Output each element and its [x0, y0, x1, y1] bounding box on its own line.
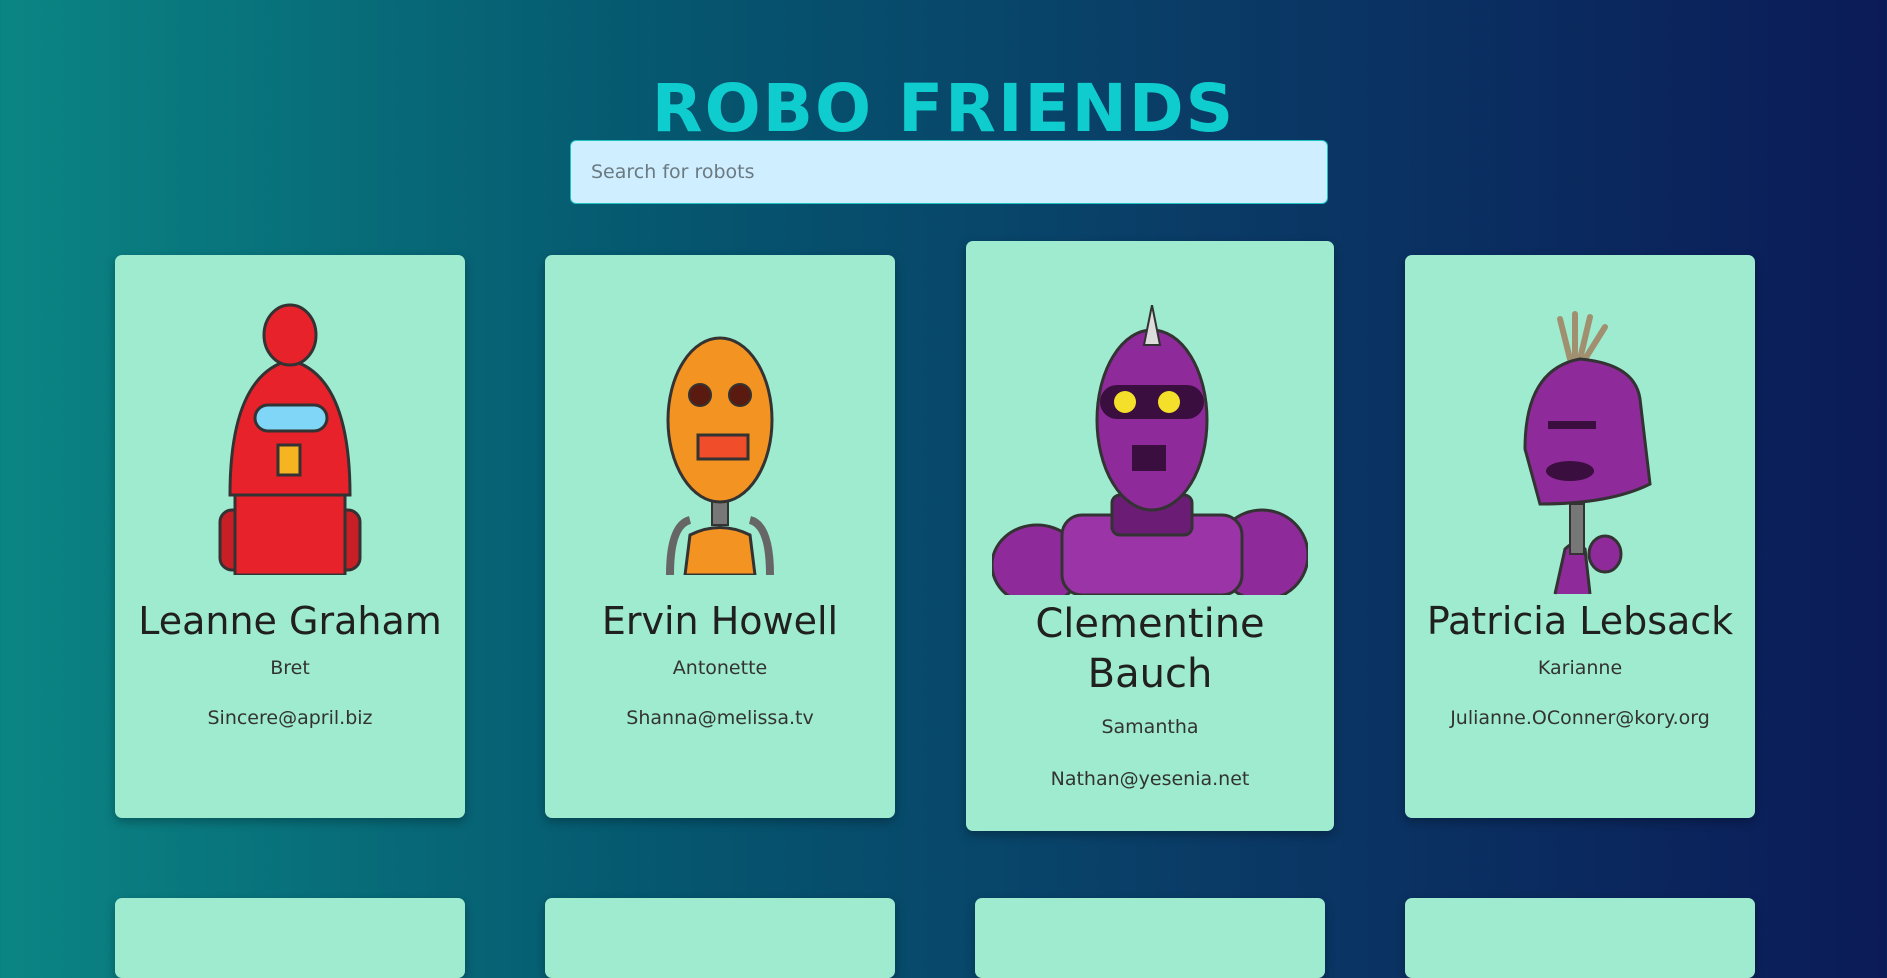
robot-card[interactable]: [115, 898, 465, 978]
robot-avatar-image: [1523, 311, 1652, 595]
robot-card[interactable]: Leanne Graham Bret Sincere@april.biz: [115, 255, 465, 818]
robot-username: Karianne: [1537, 657, 1623, 679]
robot-username: Samantha: [1101, 716, 1199, 738]
robot-card[interactable]: Clementine Bauch Samantha Nathan@yesenia…: [966, 241, 1334, 831]
robot-card[interactable]: Patricia Lebsack Karianne Julianne.OConn…: [1405, 255, 1755, 818]
robot-avatar-image: [992, 305, 1308, 595]
robot-card[interactable]: [1405, 898, 1755, 978]
robot-avatar-image: [218, 303, 362, 575]
robot-name: Ervin Howell: [601, 599, 839, 643]
robot-email: Sincere@april.biz: [207, 707, 373, 729]
page-title: ROBO FRIENDS: [651, 70, 1236, 148]
robot-name: Clementine Bauch: [1035, 601, 1265, 697]
robot-username: Antonette: [672, 657, 768, 679]
robot-card[interactable]: [545, 898, 895, 978]
robot-username: Bret: [270, 657, 310, 679]
robot-card[interactable]: Ervin Howell Antonette Shanna@melissa.tv: [545, 255, 895, 818]
robot-name: Leanne Graham: [138, 599, 442, 643]
robot-avatar-image: [666, 336, 774, 575]
robot-email: Shanna@melissa.tv: [626, 707, 814, 729]
robot-email: Julianne.OConner@kory.org: [1450, 707, 1710, 729]
robot-card[interactable]: [975, 898, 1325, 978]
search-input[interactable]: [570, 140, 1328, 204]
robot-email: Nathan@yesenia.net: [1050, 768, 1250, 790]
robot-name: Patricia Lebsack: [1426, 599, 1734, 643]
